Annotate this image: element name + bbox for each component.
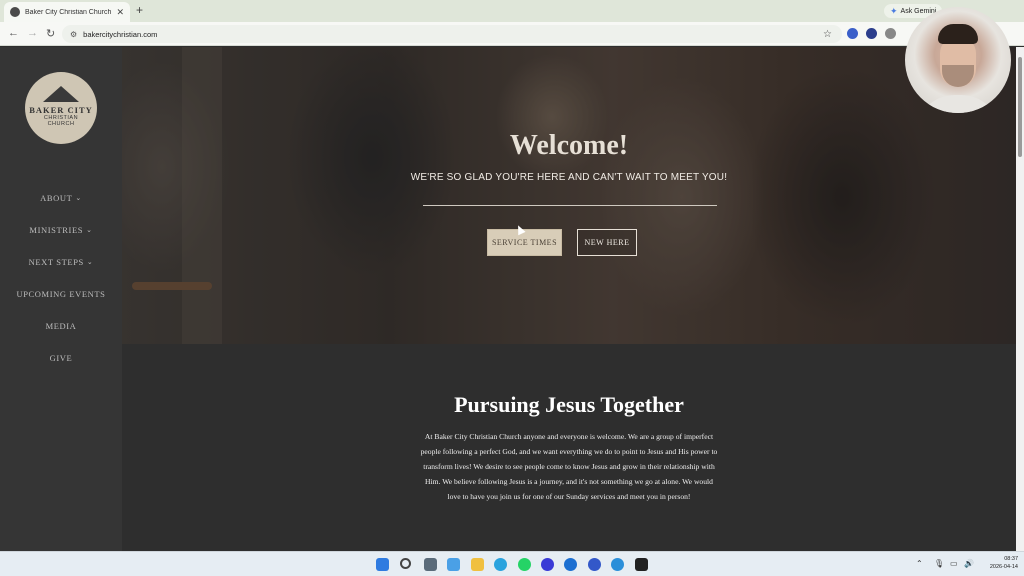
- app-icon[interactable]: [541, 558, 554, 571]
- microphone-icon[interactable]: 🎙: [934, 559, 944, 568]
- edge-icon[interactable]: [611, 558, 624, 571]
- nav-label: NEXT STEPS: [28, 257, 84, 267]
- nav-item-ministries[interactable]: MINISTRIES ⌄: [0, 214, 122, 246]
- nav-label: MINISTRIES: [29, 225, 84, 235]
- password-manager-icon[interactable]: [588, 558, 601, 571]
- section-body: At Baker City Christian Church anyone an…: [420, 432, 718, 501]
- browser-tab[interactable]: Baker City Christian Church - H ✕: [4, 2, 130, 22]
- calculator-icon[interactable]: [424, 558, 437, 571]
- nav-label: UPCOMING EVENTS: [16, 289, 106, 299]
- gemini-icon: ✦: [890, 5, 898, 16]
- forward-icon[interactable]: →: [27, 27, 38, 39]
- chevron-up-icon[interactable]: ⌃: [916, 559, 923, 568]
- system-clock[interactable]: 08:37 2026-04-14: [978, 555, 1018, 571]
- logo-subline: CHURCH: [47, 120, 75, 127]
- chevron-down-icon: ⌄: [75, 194, 82, 202]
- about-section: Pursuing Jesus Together At Baker City Ch…: [122, 344, 1016, 551]
- extension-icon[interactable]: [866, 28, 877, 39]
- hero-title: Welcome!: [509, 130, 629, 161]
- tab-title: Baker City Christian Church - H: [25, 8, 112, 16]
- scrollbar-thumb[interactable]: [1018, 57, 1022, 157]
- nav-item-give[interactable]: GIVE: [0, 342, 122, 374]
- url-field[interactable]: ⚙ bakercitychristian.com ☆: [62, 25, 842, 43]
- extension-icon[interactable]: [847, 28, 858, 39]
- extension-icon[interactable]: [885, 28, 896, 39]
- service-times-button[interactable]: SERVICE TIMES: [487, 229, 562, 256]
- url-text: bakercitychristian.com: [83, 29, 158, 39]
- main-nav: ABOUT ⌄ MINISTRIES ⌄ NEXT STEPS ⌄ UPCOMI…: [0, 182, 122, 374]
- taskbar: ⌃ 🎙 ▭ 🔊 08:37 2026-04-14: [0, 551, 1024, 576]
- start-icon[interactable]: [376, 558, 389, 571]
- nav-item-upcoming-events[interactable]: UPCOMING EVENTS: [0, 278, 122, 310]
- address-toolbar: ← → ↻ ⚙ bakercitychristian.com ☆: [0, 22, 1024, 46]
- clock-time: 08:37: [1004, 556, 1018, 562]
- site-favicon-icon: [10, 7, 20, 17]
- sidebar: BAKER CITY CHRISTIAN CHURCH ABOUT ⌄ MINI…: [0, 47, 122, 551]
- telegram-icon[interactable]: [494, 558, 507, 571]
- page-scrollbar[interactable]: [1016, 47, 1024, 551]
- volume-icon[interactable]: 🔊: [964, 559, 974, 568]
- nav-item-media[interactable]: MEDIA: [0, 310, 122, 342]
- hero-banner: Welcome! WE'RE SO GLAD YOU'RE HERE AND C…: [122, 47, 1016, 344]
- browser-app-icon[interactable]: [564, 558, 577, 571]
- nav-label: ABOUT: [40, 193, 73, 203]
- section-title: Pursuing Jesus Together: [454, 392, 684, 417]
- webpage: BAKER CITY CHRISTIAN CHURCH ABOUT ⌄ MINI…: [0, 47, 1016, 551]
- whatsapp-icon[interactable]: [518, 558, 531, 571]
- browser-tab-bar: Baker City Christian Church - H ✕ + ✦ As…: [0, 0, 1024, 22]
- chevron-down-icon: ⌄: [86, 258, 94, 266]
- mountain-logo-icon: [43, 85, 79, 102]
- hero-subtitle: WE'RE SO GLAD YOU'RE HERE AND CAN'T WAIT…: [410, 172, 728, 183]
- nav-label: MEDIA: [45, 321, 77, 331]
- file-explorer-icon[interactable]: [471, 558, 484, 571]
- network-icon[interactable]: ▭: [950, 559, 958, 568]
- weather-icon[interactable]: [447, 558, 460, 571]
- search-icon[interactable]: [400, 558, 411, 569]
- site-info-icon[interactable]: ⚙: [70, 30, 77, 39]
- close-tab-icon[interactable]: ✕: [116, 7, 124, 18]
- new-tab-icon[interactable]: +: [136, 3, 143, 17]
- bookmark-star-icon[interactable]: ☆: [823, 29, 832, 40]
- logo-name: BAKER CITY: [29, 104, 93, 115]
- church-logo[interactable]: BAKER CITY CHRISTIAN CHURCH: [25, 72, 97, 144]
- hero-divider: [423, 205, 717, 206]
- nav-item-about[interactable]: ABOUT ⌄: [0, 182, 122, 214]
- hero-overlay: [122, 47, 1016, 344]
- terminal-icon[interactable]: [635, 558, 648, 571]
- webcam-overlay: [905, 7, 1011, 113]
- webcam-hair: [938, 24, 978, 44]
- nav-label: GIVE: [49, 353, 73, 363]
- clock-date: 2026-04-14: [989, 564, 1018, 570]
- new-here-button[interactable]: NEW HERE: [577, 229, 637, 256]
- nav-item-next-steps[interactable]: NEXT STEPS ⌄: [0, 246, 122, 278]
- reload-icon[interactable]: ↻: [46, 27, 55, 40]
- back-icon[interactable]: ←: [8, 27, 19, 39]
- chevron-down-icon: ⌄: [86, 226, 93, 234]
